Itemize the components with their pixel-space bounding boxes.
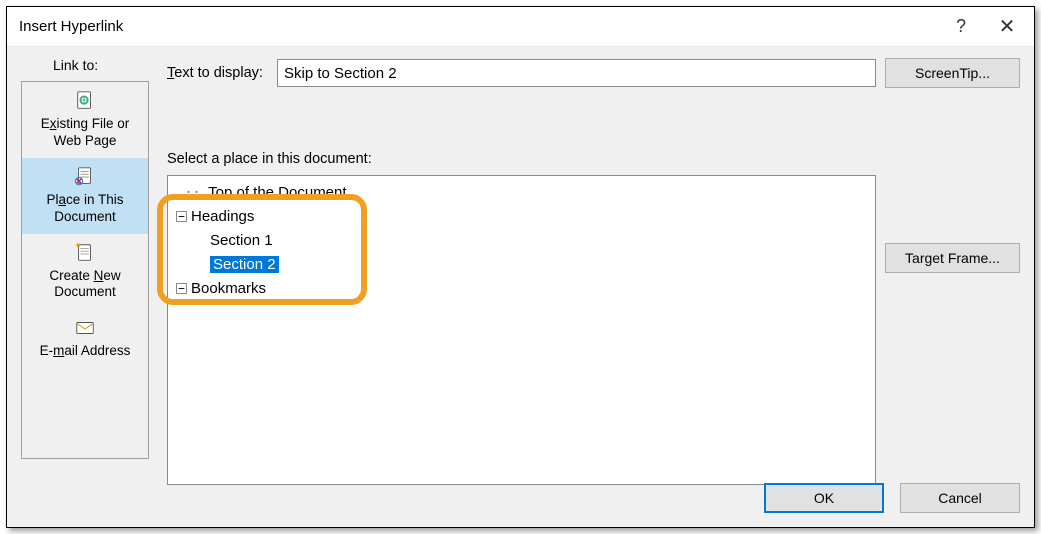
insert-hyperlink-dialog: Insert Hyperlink ? ✕ Link to: Existing F… [6, 6, 1035, 528]
close-button[interactable]: ✕ [984, 10, 1030, 44]
sidebar-item-label: Create NewDocument [26, 268, 144, 302]
existing-file-icon [74, 90, 96, 112]
link-to-sidebar: Existing File orWeb Page Place in ThisDo… [21, 81, 149, 459]
tree-line-icon: ·· [176, 183, 208, 201]
create-new-icon [74, 242, 96, 264]
sidebar-item-place-in-document[interactable]: Place in ThisDocument [22, 158, 148, 234]
tree-item-bookmarks[interactable]: −Bookmarks [176, 276, 867, 300]
tree-item-headings[interactable]: −Headings [176, 204, 867, 228]
titlebar: Insert Hyperlink ? ✕ [7, 7, 1034, 47]
collapse-icon[interactable]: − [176, 211, 187, 222]
select-place-label: Select a place in this document: [167, 151, 372, 167]
sidebar-item-label: Existing File orWeb Page [26, 116, 144, 150]
help-button[interactable]: ? [938, 10, 984, 44]
text-to-display-label: Text to display: [167, 65, 263, 81]
cancel-button[interactable]: Cancel [900, 483, 1020, 513]
tree-item-top[interactable]: ·· Top of the Document [176, 180, 867, 204]
sidebar-item-label: E-mail Address [26, 343, 144, 360]
sidebar-item-email[interactable]: E-mail Address [22, 309, 148, 368]
sidebar-item-existing-file[interactable]: Existing File orWeb Page [22, 82, 148, 158]
sidebar-item-label: Place in ThisDocument [26, 192, 144, 226]
target-frame-button[interactable]: Target Frame... [885, 243, 1020, 273]
email-icon [74, 317, 96, 339]
tree-item-section1[interactable]: Section 1 [176, 228, 867, 252]
ok-button[interactable]: OK [764, 483, 884, 513]
collapse-icon[interactable]: − [176, 283, 187, 294]
text-to-display-input[interactable] [277, 59, 876, 87]
sidebar-item-create-new[interactable]: Create NewDocument [22, 234, 148, 310]
dialog-title: Insert Hyperlink [19, 18, 938, 35]
document-places-tree[interactable]: ·· Top of the Document −Headings Section… [167, 175, 876, 485]
link-to-label: Link to: [53, 57, 98, 73]
screentip-button[interactable]: ScreenTip... [885, 58, 1020, 88]
tree-item-section2[interactable]: Section 2 [176, 252, 867, 276]
dialog-content: Link to: Existing File orWeb Page Place … [7, 47, 1034, 527]
place-in-document-icon [74, 166, 96, 188]
